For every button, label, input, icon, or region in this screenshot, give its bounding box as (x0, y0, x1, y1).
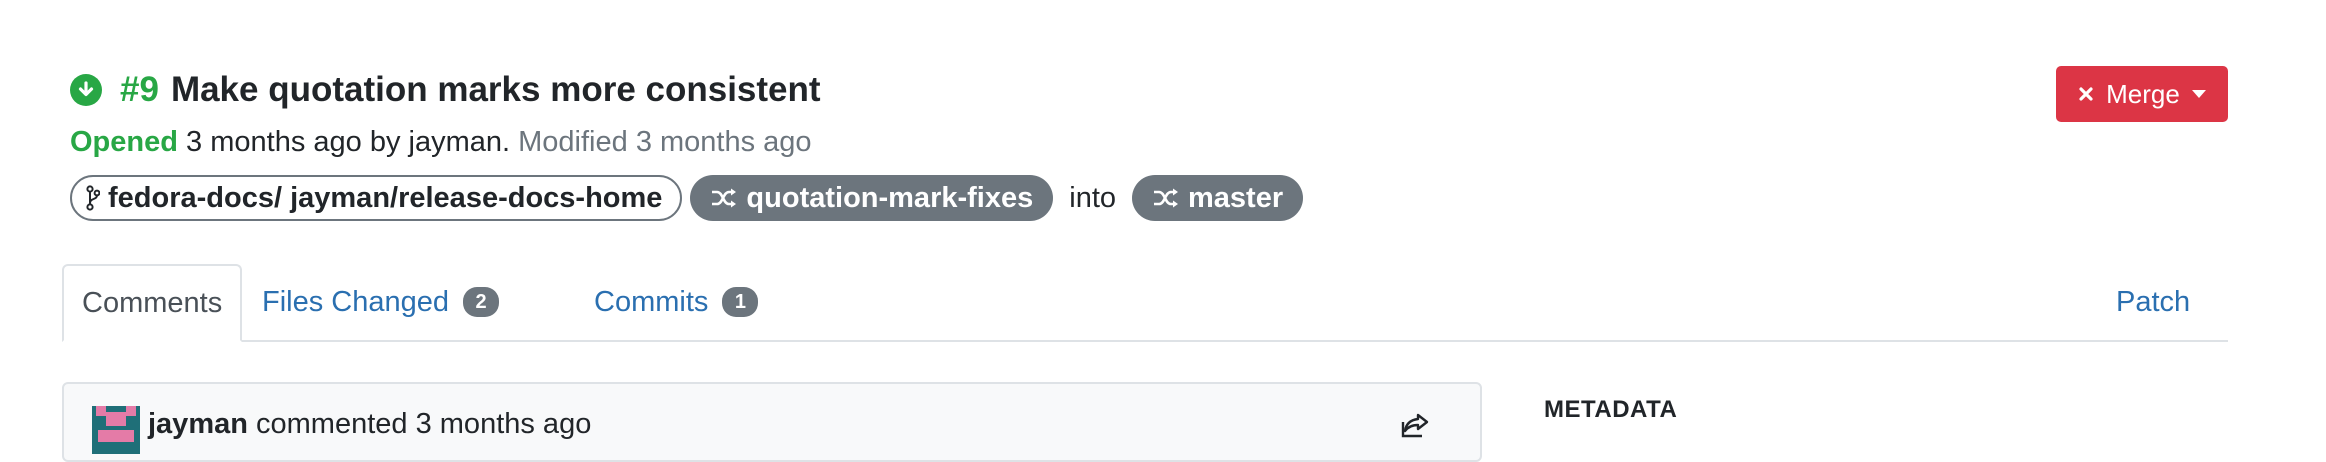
status-label: Opened (70, 126, 178, 158)
source-repo-name: fedora-docs/ jayman/release-docs-home (108, 181, 663, 214)
merge-label: Merge (2106, 78, 2180, 109)
comment-action: commented (256, 408, 408, 440)
into-label: into (1069, 181, 1117, 214)
tab-commits-label: Commits (594, 285, 709, 318)
tab-patch-label: Patch (2116, 285, 2191, 318)
modified-label: Modified (518, 126, 628, 158)
comment-time: 3 months ago (415, 408, 592, 440)
tab-comments[interactable]: Comments (62, 264, 243, 342)
pr-header: #9 Make quotation marks more consistent … (70, 62, 2230, 222)
opened-by: by jayman. (369, 126, 511, 158)
tab-commits[interactable]: Commits 1 (576, 264, 776, 340)
comment-author-link[interactable]: jayman (148, 408, 248, 440)
source-branch-badge[interactable]: quotation-mark-fixes (690, 175, 1054, 221)
title-row: #9 Make quotation marks more consistent (70, 62, 2230, 118)
files-changed-count: 2 (463, 287, 499, 317)
times-icon (2078, 86, 2094, 102)
source-repo-link[interactable]: fedora-docs/ jayman/release-docs-home (70, 175, 683, 221)
arrow-circle-down-icon (70, 74, 102, 106)
comment-header: jayman commented 3 months ago (148, 408, 591, 441)
merge-button[interactable]: Merge (2056, 66, 2228, 122)
avatar[interactable] (92, 406, 140, 454)
pr-title: Make quotation marks more consistent (170, 70, 821, 109)
tab-comments-label: Comments (82, 286, 223, 319)
target-branch-badge[interactable]: master (1132, 175, 1304, 221)
tab-files-changed-label: Files Changed (262, 285, 449, 318)
tab-patch[interactable]: Patch (2098, 264, 2208, 340)
pr-number: #9 (120, 70, 159, 109)
random-icon (1152, 187, 1180, 209)
code-fork-icon (86, 185, 100, 211)
modified-time: 3 months ago (635, 126, 812, 158)
caret-down-icon (2191, 90, 2206, 98)
source-branch-name: quotation-mark-fixes (746, 181, 1034, 214)
pr-tabs: Comments Files Changed 2 Commits 1 Patch (62, 264, 2228, 342)
pr-meta: Opened 3 months ago by jayman. Modified … (70, 122, 2230, 162)
branch-row: fedora-docs/ jayman/release-docs-home qu… (70, 174, 2230, 222)
metadata-heading: METADATA (1544, 396, 1678, 423)
opened-time: 3 months ago (186, 126, 362, 158)
share-icon[interactable] (1400, 412, 1430, 443)
comment-card: jayman commented 3 months ago (62, 382, 1482, 462)
target-branch-name: master (1188, 181, 1284, 214)
tab-files-changed[interactable]: Files Changed 2 (244, 264, 517, 340)
commits-count: 1 (722, 287, 759, 317)
random-icon (710, 187, 738, 209)
